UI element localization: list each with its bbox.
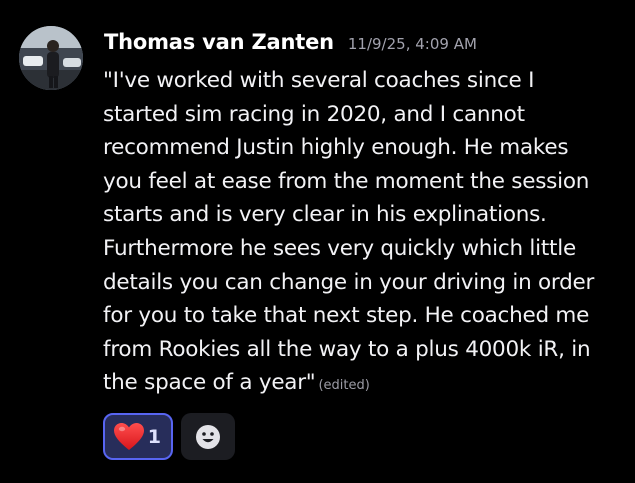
message-line: you feel at ease from the moment the ses… [103, 168, 590, 194]
heart-icon [114, 422, 144, 450]
message-line-text: the space of a year" [103, 370, 316, 396]
message-line: from Rookies all the way to a plus 4000k… [103, 336, 591, 362]
message-line-last: the space of a year" (edited) [103, 366, 628, 403]
message-header: Thomas van Zanten 11/9/25, 4:09 AM [104, 30, 477, 60]
message-line: started sim racing in 2020, and I cannot [103, 101, 525, 127]
edited-label: (edited) [318, 378, 370, 394]
message-content: "I've worked with several coaches since … [103, 64, 628, 403]
message-timestamp[interactable]: 11/9/25, 4:09 AM [348, 35, 477, 53]
reactions-bar: 1 [103, 413, 235, 460]
avatar[interactable] [19, 26, 83, 90]
message-line: Furthermore he sees very quickly which l… [103, 235, 576, 261]
reaction-count: 1 [147, 425, 161, 448]
avatar-photo [19, 26, 83, 90]
author-name[interactable]: Thomas van Zanten [104, 30, 334, 54]
smiley-icon [196, 424, 220, 449]
message-line: for you to take that next step. He coach… [103, 303, 590, 329]
message-line: details you can change in your driving i… [103, 269, 595, 295]
message-line: recommend Justin highly enough. He makes [103, 135, 569, 161]
message-line: starts and is very clear in his explinat… [103, 202, 547, 228]
add-reaction-button[interactable] [181, 413, 235, 460]
chat-message: Thomas van Zanten 11/9/25, 4:09 AM "I've… [0, 0, 635, 483]
reaction-heart-button[interactable]: 1 [103, 413, 173, 460]
message-line: "I've worked with several coaches since … [103, 68, 535, 93]
